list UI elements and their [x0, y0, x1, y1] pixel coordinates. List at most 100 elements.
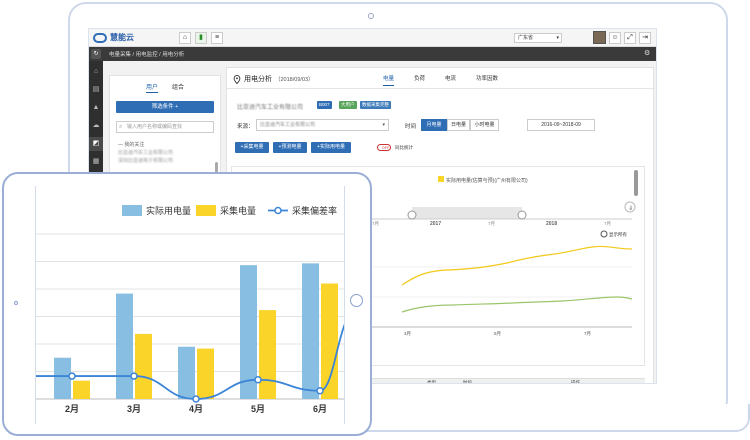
camera-dot: [368, 13, 374, 19]
breadcrumb-item[interactable]: 电量采集: [109, 52, 131, 58]
title-date: （2018/09/03）: [275, 77, 314, 83]
tab-groups[interactable]: 组合: [172, 82, 184, 93]
breadcrumb-item: 用电分析: [162, 52, 185, 58]
date-range-input[interactable]: 2016-09~2018-09: [527, 119, 595, 131]
legend-item-actual: 实际用电量(估算与预)(广州有限公司): [446, 177, 528, 184]
settings-icon[interactable]: ⚙: [644, 49, 654, 59]
chevron-down-icon: ▾: [556, 35, 559, 41]
fullscreen-icon[interactable]: ⤢: [624, 32, 636, 44]
tablet-frame: 2月 3月 4月 5月 6月 实际用电量 采集电量 采集偏差率: [2, 172, 372, 436]
bar-collected: [259, 310, 276, 399]
bar-actual: [302, 263, 319, 399]
compare-toggle[interactable]: OFF: [377, 144, 391, 151]
logout-icon[interactable]: ⇥: [639, 32, 651, 44]
navigator-handle-right[interactable]: [517, 210, 527, 220]
breadcrumb: 电量采集 / 用电监控 / 用电分析: [109, 52, 185, 58]
cloud-logo-icon: [93, 32, 107, 43]
legend-swatch: [438, 176, 444, 182]
breadcrumb-bar: ↻ 电量采集 / 用电监控 / 用电分析 ⚙: [89, 47, 656, 61]
download-glyph: ⇓: [628, 205, 633, 212]
legend-swatch: [122, 205, 142, 216]
legend-label: 实际用电量: [146, 205, 191, 216]
filter-button[interactable]: 筛选条件 +: [116, 101, 214, 113]
grid-icon[interactable]: ▦: [89, 155, 103, 169]
time-option-month[interactable]: 月电量: [421, 119, 447, 131]
column-header: 时段: [463, 380, 472, 384]
user-tree: — 我的关注 比亚迪汽车工业有限公司 深圳比亚迪电子有限公司: [118, 141, 212, 165]
tab-users[interactable]: 用户: [145, 82, 158, 93]
region-select[interactable]: 广东省 ▾: [514, 33, 562, 43]
analysis-icon[interactable]: ◩: [89, 137, 103, 151]
legend-label: 采集偏差率: [292, 205, 337, 216]
tablet-camera: [14, 301, 18, 305]
cloud-icon[interactable]: ☁: [89, 119, 103, 133]
user-search-input[interactable]: ⌕ 输入用户名称或编码查找: [116, 121, 214, 133]
time-option-hour[interactable]: 小时电量: [470, 119, 499, 131]
tab-power-factor[interactable]: 功率因数: [476, 74, 498, 86]
divider: [227, 88, 655, 89]
time-option-day[interactable]: 日电量: [447, 119, 470, 131]
compare-label: 同比统计: [395, 145, 413, 150]
bar-collected: [73, 380, 90, 399]
navigator-handle-left[interactable]: [407, 210, 417, 220]
scrollbar[interactable]: [634, 170, 638, 196]
tree-root[interactable]: — 我的关注: [118, 141, 212, 149]
tree-item[interactable]: 深圳比亚迪电子有限公司: [118, 157, 212, 165]
page-title: 用电分析 （2018/09/03）: [233, 74, 314, 84]
deviation-point: [316, 387, 324, 395]
x-tick-label: 3月: [404, 331, 411, 337]
x-tick-label: 5月: [251, 404, 265, 414]
tab-current[interactable]: 电流: [445, 74, 456, 86]
bar-actual: [54, 357, 71, 399]
bar-line-chart: 2月 3月 4月 5月 6月 实际用电量 采集电量 采集偏差率: [36, 205, 344, 414]
add-collected-button[interactable]: +采集电量: [235, 142, 269, 153]
search-icon: ⌕: [119, 124, 123, 130]
tablet-home-button[interactable]: [350, 294, 363, 307]
user-icon[interactable]: ☺: [609, 32, 621, 44]
deviation-point: [68, 372, 76, 380]
navigator-label: 2018: [546, 221, 557, 227]
navigator-label: 7月: [488, 221, 495, 227]
top-bar: 慧能云 ⌂ ▮ ≡ 广东省 ▾ ☺ ⤢ ⇥: [89, 29, 656, 47]
tablet-screen: 2月 3月 4月 5月 6月 实际用电量 采集电量 采集偏差率: [35, 186, 345, 424]
list-icon[interactable]: ≡: [211, 32, 223, 44]
logo-text: 慧能云: [110, 33, 134, 42]
x-tick-label: 7月: [584, 331, 591, 337]
home-icon[interactable]: ⌂: [89, 65, 103, 79]
x-tick-label: 6月: [313, 404, 327, 414]
breadcrumb-item[interactable]: 用电监控: [136, 52, 158, 58]
status-badge: 数据采集完整: [360, 101, 391, 109]
zoom-label[interactable]: 显示所有: [609, 231, 627, 238]
legend-swatch: [196, 205, 216, 216]
legend-marker: [274, 206, 282, 215]
bar-collected: [197, 348, 214, 399]
refresh-icon[interactable]: ↻: [91, 49, 101, 59]
series-line-green: [401, 296, 633, 313]
bar-collected: [135, 333, 152, 399]
tab-load[interactable]: 负荷: [414, 74, 425, 86]
zoom-icon[interactable]: [600, 230, 608, 238]
avatar[interactable]: [593, 31, 606, 44]
x-tick-label: 2月: [65, 404, 79, 414]
add-actual-button[interactable]: +实际用电量: [311, 142, 351, 153]
tab-energy[interactable]: 电量: [383, 74, 395, 86]
metric-tabs: 电量 负荷 电流 功率因数: [383, 74, 498, 86]
column-header: 操作: [571, 380, 580, 384]
navigator-label: 7月: [372, 221, 379, 227]
chart-icon[interactable]: ▲: [89, 101, 103, 115]
chart-icon[interactable]: ▮: [195, 32, 207, 44]
bar-collected: [321, 283, 338, 399]
bar-actual: [116, 293, 133, 399]
legend-label: 采集电量: [220, 205, 256, 216]
home-icon[interactable]: ⌂: [179, 32, 191, 44]
document-icon[interactable]: ▤: [89, 83, 103, 97]
source-select[interactable]: 比亚迪汽车工业有限公司 ▾: [256, 119, 389, 131]
app-logo: 慧能云: [93, 32, 134, 43]
type-badge: 大用户: [339, 101, 357, 109]
tree-item[interactable]: 比亚迪汽车工业有限公司: [118, 149, 212, 157]
x-tick-label: 4月: [189, 404, 203, 414]
company-name: 比亚迪汽车工业有限公司: [237, 105, 304, 111]
deviation-point: [254, 376, 262, 384]
add-forecast-button[interactable]: +预测电量: [273, 142, 307, 153]
navigator-range[interactable]: [412, 207, 522, 219]
